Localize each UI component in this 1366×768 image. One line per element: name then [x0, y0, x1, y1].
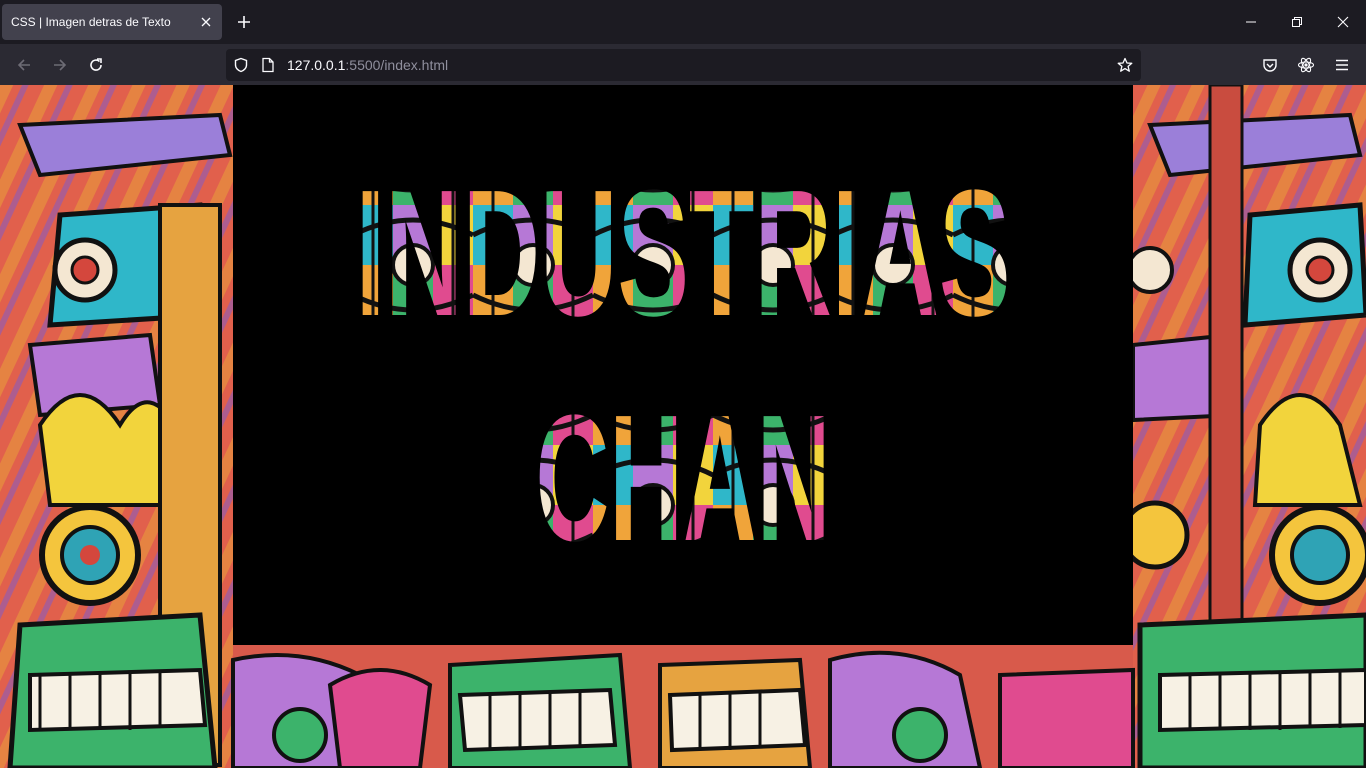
shield-icon[interactable]: [231, 55, 251, 75]
minimize-icon: [1246, 21, 1256, 23]
arrow-left-icon: [17, 59, 30, 71]
bookmark-star-icon[interactable]: [1115, 55, 1135, 75]
pocket-icon: [1263, 59, 1277, 72]
close-tab-icon[interactable]: [194, 10, 218, 34]
url-host: 127.0.0.1: [287, 57, 346, 73]
back-button[interactable]: [9, 50, 39, 80]
react-atom-icon: [1297, 57, 1315, 73]
restore-button[interactable]: [1274, 0, 1320, 44]
image-clipped-heading: INDUSTRIAS CHAN: [356, 153, 1011, 579]
browser-tab[interactable]: CSS | Imagen detras de Texto: [2, 4, 222, 40]
navigation-toolbar: 127.0.0.1:5500/index.html: [0, 44, 1366, 85]
react-devtools-button[interactable]: [1291, 50, 1321, 80]
url-text[interactable]: 127.0.0.1:5500/index.html: [287, 57, 448, 73]
page-icon[interactable]: [258, 55, 278, 75]
pocket-button[interactable]: [1255, 50, 1285, 80]
page-viewport: INDUSTRIAS CHAN: [0, 85, 1366, 768]
menu-button[interactable]: [1327, 50, 1357, 80]
url-path: :5500/index.html: [345, 57, 449, 73]
text-container: INDUSTRIAS CHAN: [233, 85, 1133, 645]
heading-line-1: INDUSTRIAS: [356, 153, 1011, 354]
restore-icon: [1292, 17, 1302, 27]
hamburger-menu-icon: [1336, 59, 1348, 71]
tab-title: CSS | Imagen detras de Texto: [11, 15, 171, 29]
arrow-right-icon: [54, 59, 67, 71]
address-bar[interactable]: 127.0.0.1:5500/index.html: [226, 49, 1141, 81]
tab-strip: CSS | Imagen detras de Texto: [0, 0, 1366, 44]
plus-icon: [238, 16, 250, 28]
close-window-button[interactable]: [1320, 0, 1366, 44]
heading-line-2: CHAN: [536, 378, 831, 579]
reload-button[interactable]: [81, 50, 111, 80]
reload-icon: [90, 58, 102, 71]
new-tab-button[interactable]: [230, 8, 258, 36]
forward-button[interactable]: [45, 50, 75, 80]
close-icon: [1337, 16, 1349, 28]
minimize-button[interactable]: [1228, 0, 1274, 44]
